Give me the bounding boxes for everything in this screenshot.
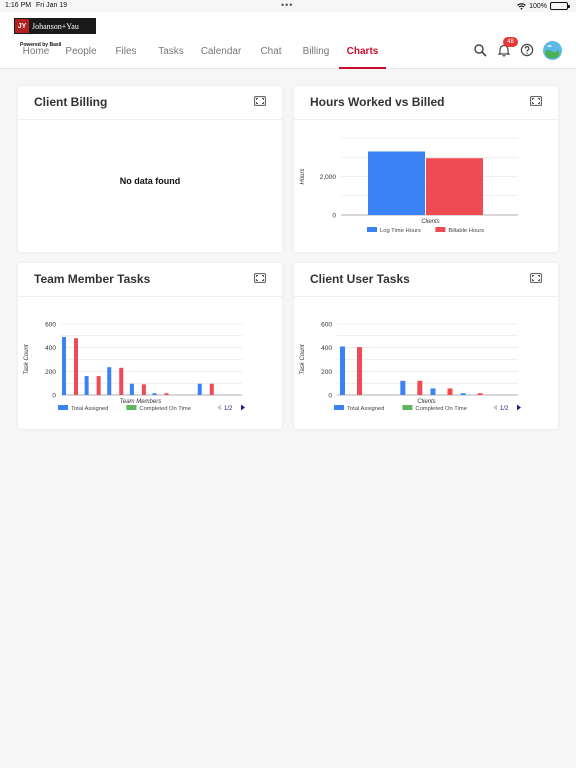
- bar: [84, 376, 89, 395]
- card-title: Client User Tasks: [310, 272, 410, 286]
- battery-percent: 100%: [529, 2, 547, 10]
- y-tick-label: 600: [321, 322, 332, 329]
- hours-worked-card: Hours Worked vs Billed 0 2,000 Hours Client…: [294, 86, 558, 252]
- y-axis-label: Hours: [300, 168, 306, 184]
- card-title: Client Billing: [34, 95, 108, 109]
- y-tick-label: 400: [321, 345, 332, 352]
- legend-swatch: [367, 227, 377, 232]
- legend-swatch: [58, 405, 68, 410]
- x-axis-label: Clients: [421, 219, 439, 225]
- tab-home[interactable]: Home: [22, 44, 50, 69]
- pager-next-icon: [241, 404, 245, 411]
- pager-prev-icon: [217, 404, 221, 411]
- bar: [62, 337, 66, 395]
- legend-label: Log Time Hours: [380, 228, 421, 234]
- bar: [417, 380, 423, 395]
- multitasking-dots-icon[interactable]: •••: [281, 0, 293, 10]
- avatar-globe-icon: [543, 41, 562, 60]
- logo-mark: JY: [15, 19, 29, 33]
- bar: [357, 347, 362, 395]
- bar: [197, 383, 202, 395]
- y-axis-label: Task Count: [24, 344, 30, 374]
- y-axis-label: Task Count: [300, 344, 306, 374]
- status-bar: 1:16 PM Fri Jan 19 ••• 100%: [0, 0, 576, 12]
- tab-charts[interactable]: Charts: [339, 44, 386, 69]
- y-tick-label: 600: [45, 322, 56, 329]
- bar: [447, 388, 453, 395]
- status-right: 100%: [517, 2, 570, 10]
- pager-label: 1/2: [500, 406, 509, 412]
- expand-icon[interactable]: [530, 273, 542, 283]
- x-axis-label: Clients: [417, 399, 435, 405]
- bar: [152, 393, 157, 395]
- client-billing-card: Client Billing No data found: [18, 86, 282, 252]
- bar: [368, 151, 425, 215]
- bar: [119, 367, 124, 395]
- expand-icon[interactable]: [530, 96, 542, 106]
- legend-label: Total Assigned: [71, 406, 108, 412]
- company-logo[interactable]: JY Johanson+Yau: [14, 18, 96, 34]
- bar: [141, 384, 146, 395]
- no-data-message: No data found: [119, 176, 181, 186]
- avatar[interactable]: [543, 41, 562, 60]
- wifi-icon: [517, 2, 526, 10]
- y-tick-label: 0: [52, 393, 56, 400]
- client-user-tasks-card: Client User Tasks 0 200 400 600 Task Count Cl…: [294, 263, 558, 429]
- tab-billing[interactable]: Billing: [301, 44, 331, 69]
- bar: [426, 158, 483, 215]
- bar: [107, 367, 112, 395]
- tab-chat[interactable]: Chat: [258, 44, 284, 69]
- tab-calendar[interactable]: Calendar: [198, 44, 244, 69]
- card-divider: [18, 119, 282, 120]
- tab-people[interactable]: People: [64, 44, 98, 69]
- tab-tasks[interactable]: Tasks: [156, 44, 186, 69]
- team-tasks-chart: 0 200 400 600 Task Count Team Members Total As…: [24, 322, 245, 412]
- legend-label: Total Assigned: [347, 406, 384, 412]
- y-tick-label: 400: [45, 345, 56, 352]
- tab-files[interactable]: Files: [114, 44, 138, 69]
- pager-label: 1/2: [224, 406, 233, 412]
- bar: [129, 383, 134, 395]
- x-axis-label: Team Members: [120, 399, 161, 405]
- status-date: Fri Jan 19: [36, 2, 68, 9]
- card-title: Hours Worked vs Billed: [310, 95, 445, 109]
- legend-swatch: [334, 405, 344, 410]
- team-member-tasks-card: Team Member Tasks 0 200 400 600 Task Count Te…: [18, 263, 282, 429]
- legend-swatch: [126, 405, 137, 410]
- logo-text: Johanson+Yau: [32, 21, 79, 31]
- pager-next-icon: [517, 404, 521, 411]
- bar: [209, 383, 214, 395]
- y-tick-label: 0: [328, 393, 332, 400]
- y-tick-label: 200: [45, 369, 56, 376]
- hours-chart: 0 2,000 Hours ClientsLog Time Hours Billable…: [300, 137, 518, 234]
- bar: [340, 346, 345, 395]
- legend-label: Completed On Time: [415, 406, 467, 412]
- help-icon[interactable]: [520, 43, 534, 57]
- pager-prev-icon: [493, 404, 497, 411]
- bar: [400, 380, 406, 395]
- expand-icon[interactable]: [254, 96, 266, 106]
- y-tick-label: 0: [332, 213, 336, 220]
- legend-label: Completed On Time: [139, 406, 191, 412]
- bar: [96, 376, 101, 395]
- legend-swatch: [435, 227, 446, 232]
- bar: [477, 393, 483, 395]
- legend-label: Billable Hours: [448, 228, 484, 234]
- app-header: JY Johanson+Yau Powered by Basil Home Pe…: [0, 12, 576, 69]
- notification-badge: 48: [503, 37, 518, 47]
- card-title: Team Member Tasks: [34, 272, 151, 286]
- bar: [430, 388, 436, 395]
- y-tick-label: 200: [321, 369, 332, 376]
- bar: [460, 393, 466, 395]
- expand-icon[interactable]: [254, 273, 266, 283]
- bar: [164, 393, 169, 395]
- battery-icon: [550, 2, 570, 10]
- bar: [74, 338, 78, 395]
- y-tick-label: 2,000: [320, 174, 337, 181]
- legend-swatch: [402, 405, 413, 410]
- status-time: 1:16 PM: [5, 2, 32, 9]
- search-icon[interactable]: [473, 43, 487, 57]
- client-tasks-chart: 0 200 400 600 Task Count Clients Total Assigne…: [300, 322, 521, 412]
